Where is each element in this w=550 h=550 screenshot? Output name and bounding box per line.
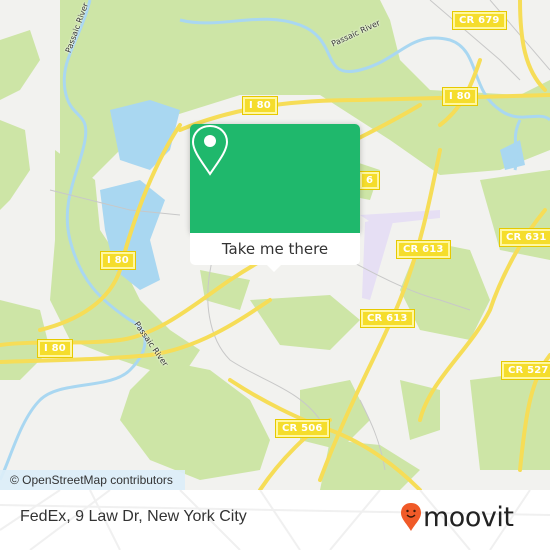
road-shield-i-80: I 80	[100, 251, 136, 270]
road-shield-cr-506: CR 506	[275, 419, 330, 438]
moovit-pin-icon	[401, 503, 421, 531]
road-shield-cr-527: CR 527	[501, 361, 550, 380]
take-me-there-button[interactable]: Take me there	[190, 233, 360, 265]
map-pin-icon	[191, 124, 229, 176]
road-shield-i-80: I 80	[242, 96, 278, 115]
location-popup: Take me there	[190, 124, 360, 272]
road-shield-cr-631: CR 631	[499, 228, 550, 247]
road-shield-cr-613: CR 613	[396, 240, 451, 259]
road-shield-cr-679: CR 679	[452, 11, 507, 30]
road-shield-cr-613: CR 613	[360, 309, 415, 328]
road-shield-i-80: I 80	[37, 339, 73, 358]
road-shield-i-80: I 80	[442, 87, 478, 106]
footer-bar: FedEx, 9 Law Dr, New York City moovit	[0, 490, 550, 550]
moovit-logo[interactable]: moovit	[400, 502, 540, 538]
moovit-wordmark: moovit	[423, 502, 514, 533]
map-attribution[interactable]: © OpenStreetMap contributors	[0, 470, 185, 490]
road-shield-partial: 6	[358, 171, 381, 190]
popup-pointer	[266, 264, 282, 272]
place-name: FedEx, 9 Law Dr, New York City	[20, 508, 247, 525]
map-view[interactable]: CR 679 I 80 I 80 I 80 I 80 CR 613 CR 613…	[0, 0, 550, 490]
popup-header	[190, 124, 360, 233]
